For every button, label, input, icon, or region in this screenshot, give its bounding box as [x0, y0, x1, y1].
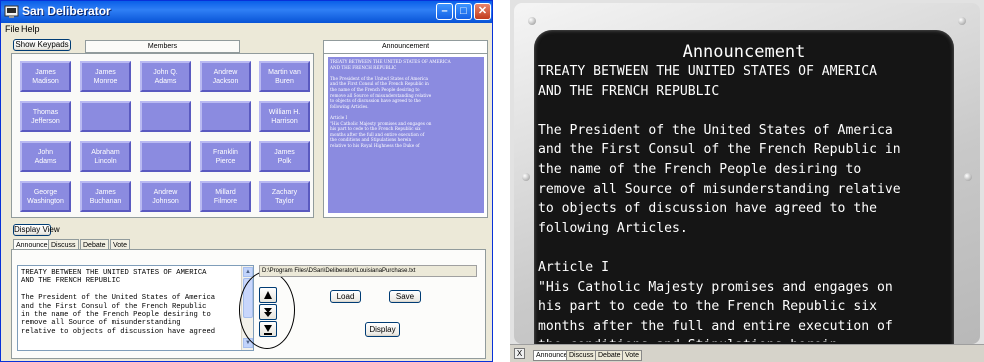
- scroll-text-up-button[interactable]: [259, 287, 277, 303]
- show-keypads-button[interactable]: Show Keypads: [13, 39, 71, 51]
- arrow-up-icon: [264, 290, 272, 299]
- member-button[interactable]: Millard Filmore: [200, 181, 251, 212]
- bolt-icon: [958, 17, 966, 25]
- members-tab[interactable]: Members: [85, 40, 240, 53]
- save-button[interactable]: Save: [389, 290, 421, 303]
- stage: San Deliberator – □ ✕ File Help Show Key…: [0, 0, 984, 362]
- announcement-board: Announcement TREATY BETWEEN THE UNITED S…: [534, 30, 954, 348]
- announcement-preview: TREATY BETWEEN THE UNITED STATES OF AMER…: [328, 57, 484, 213]
- bolt-icon: [522, 173, 530, 181]
- screen-tab-vote[interactable]: Vote: [622, 350, 643, 361]
- close-icon[interactable]: X: [514, 348, 525, 359]
- scroll-up-icon[interactable]: ▲: [243, 267, 253, 277]
- member-button[interactable]: George Washington: [20, 181, 71, 212]
- arrow-down-icon: [264, 307, 272, 317]
- member-button[interactable]: [200, 101, 251, 132]
- member-button[interactable]: Andrew Johnson: [140, 181, 191, 212]
- member-button[interactable]: James Madison: [20, 61, 71, 92]
- announcement-tab[interactable]: Announcement: [324, 41, 487, 54]
- announcement-panel: Announcement TREATY BETWEEN THE UNITED S…: [323, 40, 488, 218]
- arrow-end-icon: [264, 324, 272, 335]
- member-button[interactable]: Martin van Buren: [259, 61, 310, 92]
- minimize-icon[interactable]: –: [436, 3, 453, 20]
- member-button[interactable]: [140, 141, 191, 172]
- board-title: Announcement: [682, 42, 806, 62]
- menu-bar: File Help: [1, 23, 492, 37]
- display-view-button[interactable]: Display View: [13, 224, 60, 236]
- board-text: TREATY BETWEEN THE UNITED STATES OF AMER…: [538, 64, 901, 342]
- member-button[interactable]: James Polk: [259, 141, 310, 172]
- display-screen: Announcement TREATY BETWEEN THE UNITED S…: [510, 0, 984, 362]
- member-button[interactable]: William H. Harrison: [259, 101, 310, 132]
- scroll-text-end-button[interactable]: [259, 321, 277, 337]
- member-button[interactable]: Franklin Pierce: [200, 141, 251, 172]
- bolt-icon: [528, 17, 536, 25]
- close-icon[interactable]: ✕: [474, 3, 491, 20]
- announcement-editor[interactable]: TREATY BETWEEN THE UNITED STATES OF AMER…: [17, 265, 254, 351]
- member-button[interactable]: [140, 101, 191, 132]
- member-button[interactable]: James Buchanan: [80, 181, 131, 212]
- screen-tab-debate[interactable]: Debate: [595, 350, 624, 361]
- member-button[interactable]: James Monroe: [80, 61, 131, 92]
- load-button[interactable]: Load: [330, 290, 361, 303]
- member-button[interactable]: Andrew Jackson: [200, 61, 251, 92]
- member-button[interactable]: Zachary Taylor: [259, 181, 310, 212]
- member-button[interactable]: Thomas Jefferson: [20, 101, 71, 132]
- members-grid: James Madison James Monroe John Q. Adams…: [11, 53, 314, 218]
- member-button[interactable]: John Q. Adams: [140, 61, 191, 92]
- screen-tabbar: X Announce Discuss Debate Vote: [510, 344, 984, 362]
- bolt-icon: [964, 173, 972, 181]
- screen-tab-discuss[interactable]: Discuss: [566, 350, 597, 361]
- title-bar[interactable]: San Deliberator – □ ✕: [1, 1, 492, 23]
- deliberator-window: San Deliberator – □ ✕ File Help Show Key…: [0, 0, 493, 362]
- screen-tab-announce[interactable]: Announce: [533, 350, 571, 361]
- scroll-text-down-button[interactable]: [259, 304, 277, 320]
- display-button[interactable]: Display: [365, 322, 400, 337]
- member-button[interactable]: John Adams: [20, 141, 71, 172]
- menu-file[interactable]: File: [5, 24, 20, 34]
- file-path-field[interactable]: D:\Program Files\DSan\Deliberator\Louisi…: [259, 265, 477, 277]
- maximize-icon[interactable]: □: [455, 3, 472, 20]
- app-icon: [4, 5, 19, 18]
- menu-help[interactable]: Help: [21, 24, 40, 34]
- window-title: San Deliberator: [22, 4, 111, 18]
- member-button[interactable]: Abraham Lincoln: [80, 141, 131, 172]
- member-button[interactable]: [80, 101, 131, 132]
